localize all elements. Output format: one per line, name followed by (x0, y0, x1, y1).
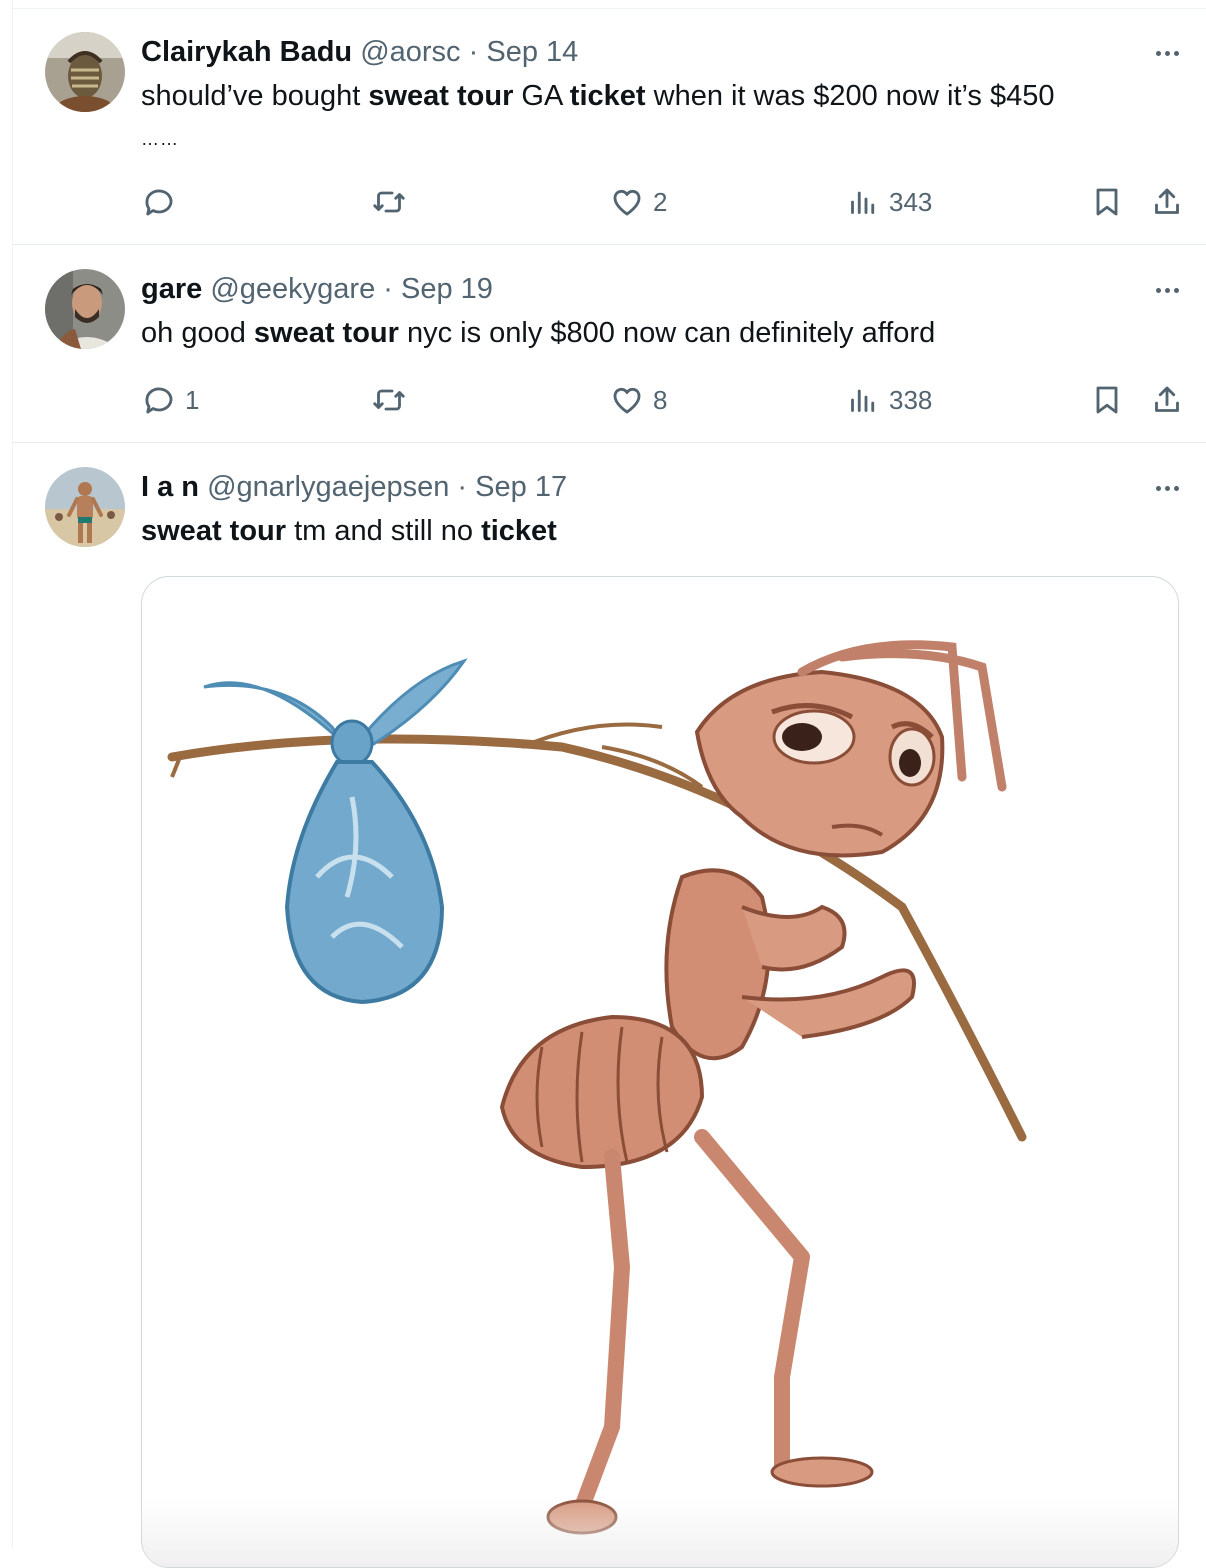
text-segment: GA (513, 80, 570, 112)
display-name[interactable]: gare (141, 273, 202, 305)
tweet-header: I a n @gnarlygaejepsen · Sep 17 (141, 469, 567, 505)
handle[interactable]: @aorsc (360, 36, 460, 68)
highlight-term: ticket (569, 80, 646, 112)
reply-icon (145, 189, 173, 216)
action-bar: 2 343 (141, 182, 1181, 222)
tweet-text: oh good sweat tour nyc is only $800 now … (141, 313, 1161, 353)
retweet-icon (373, 191, 405, 213)
tweet[interactable]: gare @geekygare · Sep 19 oh good sweat t… (13, 245, 1206, 442)
text-segment: nyc is only $800 now can definitely affo… (398, 317, 936, 349)
tweet-text: sweat tour tm and still no ticket (141, 511, 1161, 551)
separator: · (383, 273, 393, 305)
tweet-media-image[interactable] (141, 576, 1179, 1568)
heart-icon (613, 189, 641, 216)
reply-icon (145, 387, 173, 414)
text-segment: tm and still no (286, 515, 482, 547)
more-icon[interactable] (1150, 38, 1184, 68)
share-button[interactable] (1149, 182, 1185, 222)
more-icon[interactable] (1150, 275, 1184, 305)
views-button[interactable]: 338 (845, 380, 932, 420)
share-button[interactable] (1149, 380, 1185, 420)
text-segment: oh good (141, 317, 254, 349)
bookmark-button[interactable] (1089, 182, 1125, 222)
reply-count: 1 (185, 384, 200, 415)
bookmark-button[interactable] (1089, 380, 1125, 420)
bookmark-icon (1096, 188, 1118, 216)
tweet[interactable]: Clairykah Badu @aorsc · Sep 14 should’ve… (13, 8, 1206, 244)
bookmark-icon (1096, 386, 1118, 414)
tweet-header: Clairykah Badu @aorsc · Sep 14 (141, 34, 578, 70)
like-count: 2 (653, 186, 668, 217)
separator: · (457, 471, 468, 503)
retweet-button[interactable] (371, 380, 407, 420)
views-icon (851, 191, 875, 214)
display-name[interactable]: Clairykah Badu (141, 36, 352, 68)
timestamp[interactable]: Sep 19 (401, 273, 493, 305)
highlight-term: ticket (481, 515, 557, 547)
reply-button[interactable]: 1 (141, 380, 199, 420)
avatar[interactable] (45, 467, 125, 547)
text-segment: when it was $200 now it’s $450 (645, 80, 1055, 112)
heart-icon (613, 387, 641, 414)
display-name[interactable]: I a n (141, 471, 199, 503)
like-count: 8 (653, 384, 668, 415)
avatar[interactable] (45, 269, 125, 349)
timestamp[interactable]: Sep 17 (475, 471, 567, 503)
ant-with-bindle-illustration (167, 640, 1027, 1535)
share-icon (1155, 386, 1179, 412)
views-icon (851, 389, 875, 412)
retweet-icon (373, 389, 405, 411)
tweet-header: gare @geekygare · Sep 19 (141, 271, 493, 307)
avatar[interactable] (45, 32, 125, 112)
view-count: 338 (889, 384, 933, 415)
handle[interactable]: @geekygare (210, 273, 375, 305)
highlight-term: sweat tour (253, 317, 399, 349)
like-button[interactable]: 8 (609, 380, 667, 420)
highlight-term: sweat tour (368, 80, 514, 112)
view-count: 343 (889, 186, 933, 217)
handle[interactable]: @gnarlygaejepsen (207, 471, 449, 503)
text-segment: should’ve bought (141, 80, 369, 112)
highlight-term: sweat tour (141, 515, 287, 547)
share-icon (1155, 188, 1179, 214)
tweet-text: should’ve bought sweat tour GA ticket wh… (141, 76, 1161, 159)
timestamp[interactable]: Sep 14 (486, 36, 578, 68)
more-icon[interactable] (1150, 473, 1184, 503)
text-segment: …… (141, 129, 179, 149)
views-button[interactable]: 343 (845, 182, 932, 222)
separator: · (468, 36, 479, 68)
reply-button[interactable] (141, 182, 185, 222)
like-button[interactable]: 2 (609, 182, 667, 222)
retweet-button[interactable] (371, 182, 407, 222)
action-bar: 1 8 338 (141, 380, 1181, 420)
timeline: Clairykah Badu @aorsc · Sep 14 should’ve… (12, 0, 1206, 1568)
